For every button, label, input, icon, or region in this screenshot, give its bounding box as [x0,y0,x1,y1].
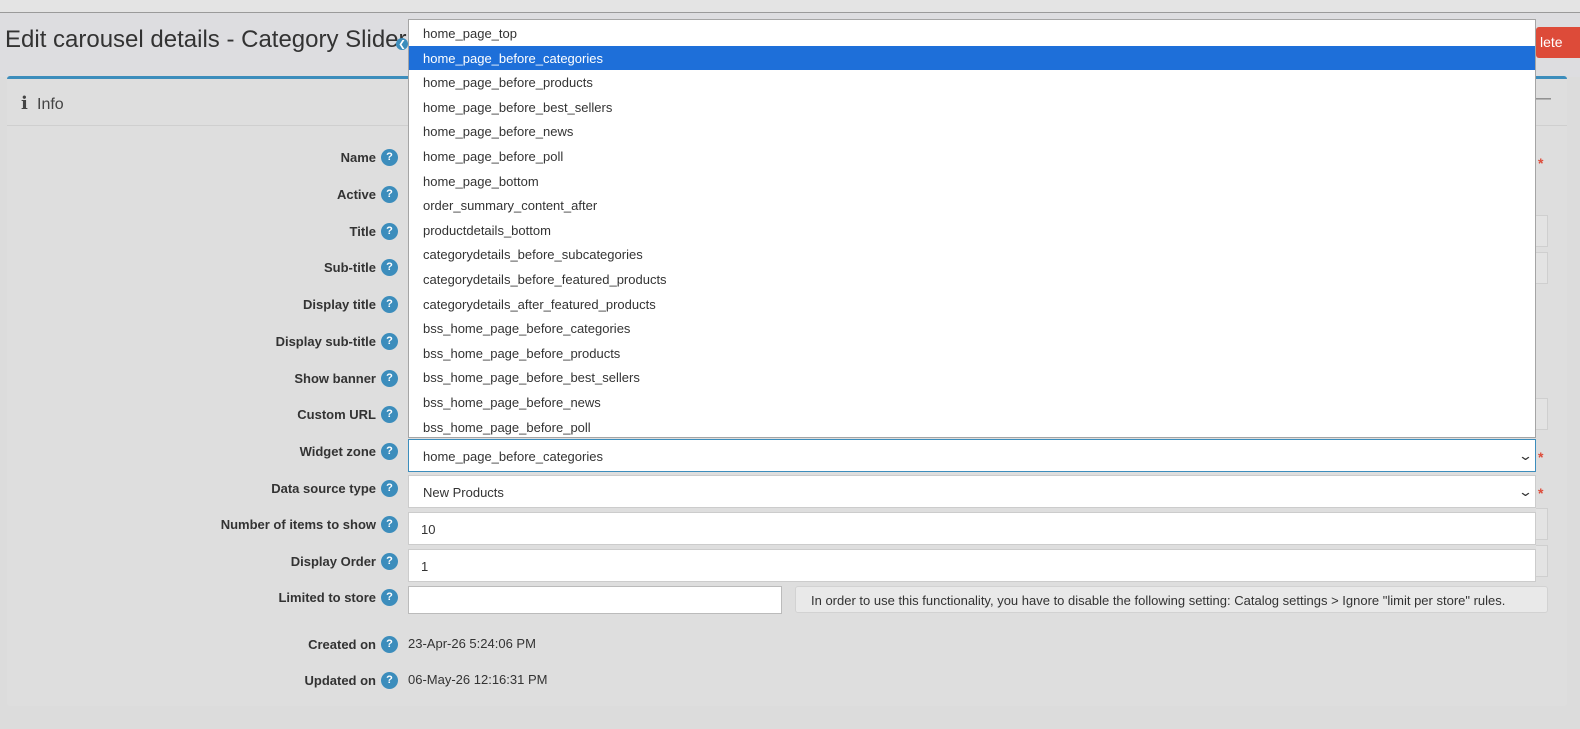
help-icon[interactable]: ? [381,589,398,606]
info-icon: i [21,93,28,114]
dropdown-option[interactable]: productdetails_bottom [409,218,1535,242]
limited-to-store-input[interactable] [408,586,782,614]
help-icon[interactable]: ? [381,259,398,276]
label-widget-zone: Widget zone [299,444,376,459]
back-to-list-icon[interactable]: ❮ [396,38,408,50]
help-icon[interactable]: ? [381,296,398,313]
dropdown-option[interactable]: home_page_before_poll [409,144,1535,168]
display-order-stepper-edge[interactable] [1536,545,1548,577]
dropdown-option[interactable]: home_page_before_news [409,119,1535,143]
top-bar [0,0,1580,13]
created-on-value: 23-Apr-26 5:24:06 PM [408,636,536,651]
help-icon[interactable]: ? [381,636,398,653]
help-icon[interactable]: ? [381,672,398,689]
dropdown-option[interactable]: categorydetails_before_featured_products [409,267,1535,291]
label-display-title: Display title [303,297,376,312]
dropdown-option[interactable]: bss_home_page_before_poll [409,415,1535,439]
required-marker: * [1538,155,1544,171]
dropdown-option[interactable]: categorydetails_after_featured_products [409,292,1535,316]
label-custom-url: Custom URL [297,407,376,422]
label-limited-to-store: Limited to store [278,590,376,605]
help-icon[interactable]: ? [381,516,398,533]
chevron-down-icon: ⌄ [1517,484,1534,499]
display-order-input[interactable]: 1 [408,549,1536,582]
help-icon[interactable]: ? [381,223,398,240]
label-name: Name [340,150,376,165]
label-active: Active [336,187,376,202]
page-title: Edit carousel details - Category Slider [5,26,407,53]
help-icon[interactable]: ? [381,333,398,350]
widget-zone-dropdown-list[interactable]: home_page_top home_page_before_categories… [408,19,1536,438]
subtitle-input-edge[interactable] [1536,252,1548,284]
label-title: Title [349,224,377,239]
label-data-source-type: Data source type [271,481,376,496]
dropdown-option[interactable]: home_page_before_categories [409,45,1535,70]
data-source-type-select[interactable]: New Products ⌄ [408,475,1536,508]
label-created-on: Created on [308,637,376,652]
help-icon[interactable]: ? [381,480,398,497]
dropdown-option[interactable]: bss_home_page_before_news [409,390,1535,414]
widget-zone-value: home_page_before_categories [423,449,603,464]
dropdown-option[interactable]: home_page_before_products [409,70,1535,94]
help-icon[interactable]: ? [381,443,398,460]
required-marker: * [1538,485,1544,501]
title-input-edge[interactable] [1536,215,1548,247]
custom-url-input-edge[interactable] [1536,398,1548,430]
label-display-subtitle: Display sub-title [275,334,376,349]
help-icon[interactable]: ? [381,370,398,387]
label-show-banner: Show banner [294,371,376,386]
dropdown-option[interactable]: bss_home_page_before_best_sellers [409,365,1535,389]
required-marker: * [1538,449,1544,465]
limited-to-store-note: In order to use this functionality, you … [795,586,1548,613]
items-to-show-stepper-edge[interactable] [1536,508,1548,540]
dropdown-option[interactable]: bss_home_page_before_products [409,341,1535,365]
dropdown-option[interactable]: categorydetails_before_subcategories [409,242,1535,266]
dropdown-option[interactable]: home_page_before_best_sellers [409,95,1535,119]
updated-on-value: 06-May-26 12:16:31 PM [408,672,548,687]
label-items-to-show: Number of items to show [220,517,376,532]
delete-button[interactable]: lete [1536,27,1580,58]
label-subtitle: Sub-title [324,260,376,275]
dropdown-option[interactable]: home_page_bottom [409,169,1535,193]
label-display-order: Display Order [290,554,376,569]
help-icon[interactable]: ? [381,149,398,166]
widget-zone-select[interactable]: home_page_before_categories ⌄ [408,439,1536,472]
chevron-down-icon: ⌄ [1517,448,1534,463]
dropdown-option[interactable]: bss_home_page_before_categories [409,316,1535,340]
help-icon[interactable]: ? [381,553,398,570]
dropdown-option[interactable]: home_page_top [409,21,1535,45]
data-source-type-value: New Products [423,485,504,500]
help-icon[interactable]: ? [381,406,398,423]
dropdown-option[interactable]: order_summary_content_after [409,193,1535,217]
label-updated-on: Updated on [304,673,377,688]
help-icon[interactable]: ? [381,186,398,203]
card-title: Info [37,96,64,113]
items-to-show-input[interactable]: 10 [408,512,1536,545]
